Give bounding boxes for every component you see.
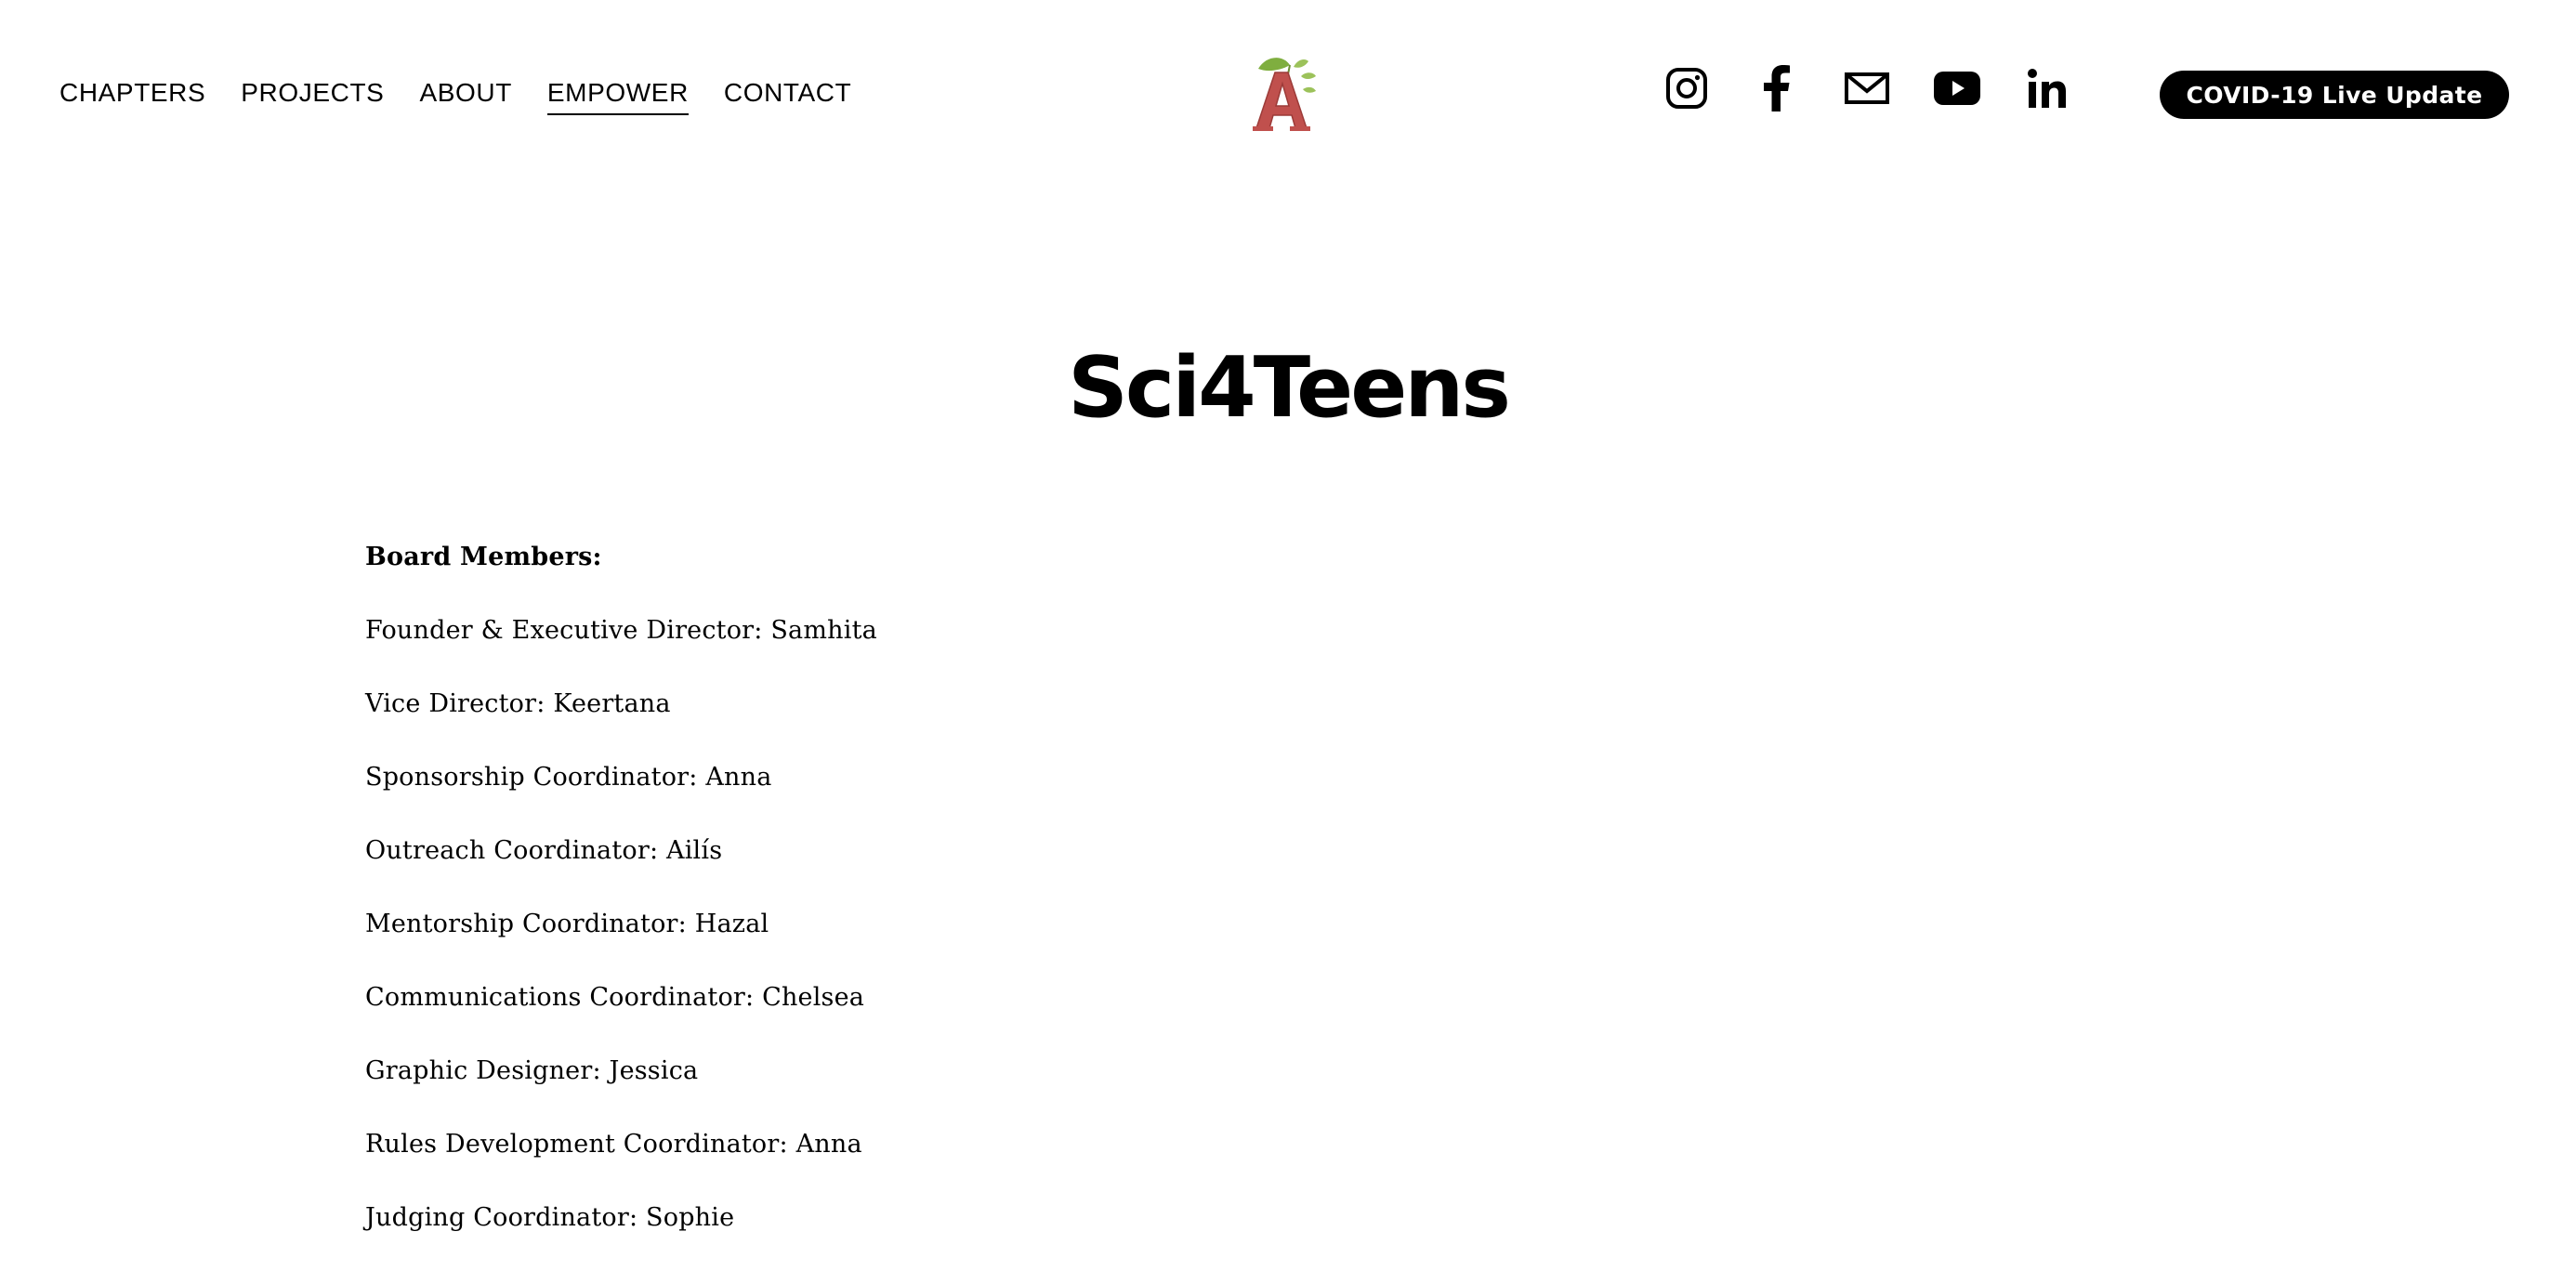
nav-link-contact[interactable]: CONTACT <box>724 76 851 115</box>
board-members-section: Board Members: Founder & Executive Direc… <box>365 541 1666 1275</box>
site-header: CHAPTERS PROJECTS ABOUT EMPOWER CONTACT <box>0 0 2576 186</box>
email-icon[interactable] <box>1844 65 1890 111</box>
member-line: Vice Director: Keertana <box>365 689 671 718</box>
member-line: Mentorship Coordinator: Hazal <box>365 910 769 938</box>
site-logo[interactable] <box>1247 52 1331 136</box>
facebook-icon[interactable] <box>1754 65 1800 111</box>
social-links <box>1663 65 2070 111</box>
member-line: Judging Coordinator: Sophie <box>365 1203 735 1232</box>
nav-link-about[interactable]: ABOUT <box>419 76 511 115</box>
member-line: Rules Development Coordinator: Anna <box>365 1130 862 1159</box>
member-line: Graphic Designer: Jessica <box>365 1056 699 1085</box>
apple-letter-a-logo-icon <box>1253 58 1316 131</box>
nav-link-chapters[interactable]: CHAPTERS <box>59 76 205 115</box>
main-nav: CHAPTERS PROJECTS ABOUT EMPOWER CONTACT <box>59 76 851 115</box>
member-line: Sponsorship Coordinator: Anna <box>365 763 772 792</box>
board-members-heading: Board Members: <box>365 543 602 571</box>
linkedin-icon[interactable] <box>2024 65 2070 111</box>
nav-link-empower[interactable]: EMPOWER <box>546 76 689 115</box>
instagram-icon[interactable] <box>1663 65 1710 111</box>
nav-link-projects[interactable]: PROJECTS <box>241 76 384 115</box>
member-line: Outreach Coordinator: Ailís <box>365 836 723 865</box>
member-line: Founder & Executive Director: Samhita <box>365 616 877 645</box>
youtube-icon[interactable] <box>1934 65 1980 111</box>
covid-live-update-button[interactable]: COVID-19 Live Update <box>2160 71 2509 119</box>
member-line: Communications Coordinator: Chelsea <box>365 983 865 1012</box>
page-title: Sci4Teens <box>1068 339 1511 437</box>
